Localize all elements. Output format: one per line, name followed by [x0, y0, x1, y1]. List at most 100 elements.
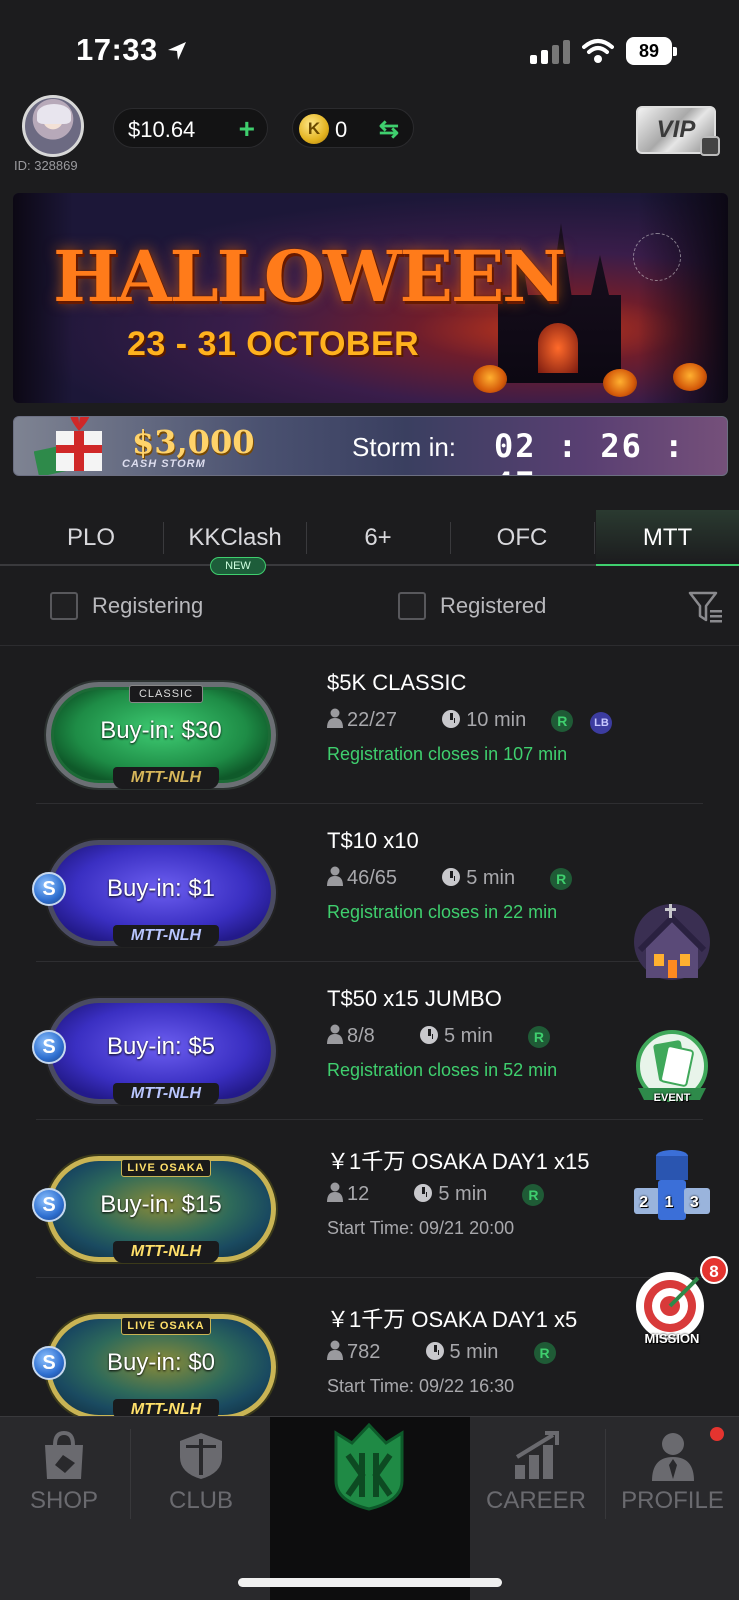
event-label: EVENT — [653, 1092, 691, 1104]
castle-door-illustration — [538, 323, 578, 373]
person-icon — [651, 1433, 694, 1481]
player-count-icon — [327, 866, 343, 886]
add-funds-icon[interactable]: + — [239, 115, 255, 143]
leaderboard-shortcut[interactable]: 2 1 3 — [630, 1146, 714, 1230]
game-type-label: MTT-NLH — [113, 1241, 219, 1263]
nav-career[interactable]: CAREER — [470, 1417, 602, 1527]
clock-icon — [425, 1342, 444, 1360]
halloween-banner[interactable]: HALLOWEEN 23 - 31 OCTOBER — [13, 193, 728, 403]
player-count: 8/8 — [347, 1025, 375, 1047]
tab-divider — [594, 522, 595, 554]
pumpkin-icon — [603, 369, 637, 397]
buyin-label: Buy-in: $30 — [100, 717, 222, 744]
classic-label: CLASSIC — [129, 685, 203, 703]
buyin-table-button[interactable]: Buy-in: $1 MTT-NLH — [46, 840, 276, 947]
user-id: ID: 328869 — [14, 158, 78, 173]
haunted-house-icon[interactable] — [630, 900, 714, 984]
player-count: 22/27 — [347, 709, 398, 731]
tournament-row[interactable]: CLASSIC Buy-in: $30 MTT-NLH $5K CLASSIC … — [0, 646, 739, 804]
wifi-icon — [582, 39, 614, 63]
mission-count-badge: 8 — [700, 1256, 728, 1284]
nav-divider — [130, 1429, 131, 1519]
player-count-icon — [327, 1024, 343, 1044]
buyin-label: Buy-in: $1 — [106, 875, 216, 902]
pumpkin-icon — [473, 365, 507, 393]
blind-time: 5 min — [466, 867, 516, 889]
rebuy-badge: R — [551, 710, 574, 732]
avatar[interactable] — [22, 95, 84, 157]
exchange-icon[interactable]: ⇆ — [379, 115, 399, 144]
buyin-table-button[interactable]: LIVE OSAKA Buy-in: $15 MTT-NLH — [46, 1156, 276, 1263]
tournament-title: $5K CLASSIC — [327, 670, 467, 695]
balance-pill[interactable]: $10.64 + — [113, 108, 268, 148]
tournament-title: ￥1千万 OSAKA DAY1 x5 — [327, 1307, 578, 1332]
career-chart-icon — [515, 1431, 559, 1479]
start-time: Start Time: 09/21 20:00 — [327, 1218, 515, 1238]
live-osaka-label: LIVE OSAKA — [121, 1317, 211, 1335]
pumpkin-icon — [673, 363, 707, 391]
buyin-table-button[interactable]: LIVE OSAKA Buy-in: $0 MTT-NLH — [46, 1314, 276, 1416]
cash-storm-bar[interactable]: $3,000 CASH STORM Storm in: 02 : 26 : 47 — [13, 416, 728, 476]
top-header: ID: 328869 $10.64 + K 0 ⇆ VIP — [0, 92, 739, 182]
event-shortcut[interactable]: EVENT — [630, 1026, 714, 1110]
player-count-icon — [327, 708, 343, 728]
rebuy-badge: R — [533, 1342, 556, 1364]
podium-chips-icon — [634, 1150, 710, 1220]
filter-bar: Registering Registered — [0, 580, 739, 646]
k-coin-icon: K — [299, 114, 329, 144]
tab-ofc[interactable]: OFC — [451, 510, 593, 566]
registering-checkbox[interactable] — [50, 592, 78, 620]
tournament-row[interactable]: Buy-in: $5 MTT-NLH S T$50 x15 JUMBO 8/8 … — [0, 962, 739, 1120]
registration-status: Registration closes in 52 min — [327, 1060, 558, 1080]
game-type-label: MTT-NLH — [113, 767, 219, 789]
registered-label[interactable]: Registered — [440, 593, 546, 619]
player-count-icon — [327, 1340, 343, 1360]
rebuy-badge: R — [522, 1184, 545, 1206]
registering-label[interactable]: Registering — [92, 593, 203, 619]
banner-title: HALLOWEEN — [53, 235, 566, 318]
balance-value: $10.64 — [128, 117, 196, 142]
nav-club[interactable]: CLUB — [132, 1417, 270, 1527]
nav-shop-label: SHOP — [29, 1487, 98, 1514]
registration-status: Registration closes in 107 min — [327, 744, 568, 764]
coin-pill[interactable]: K 0 ⇆ — [292, 108, 414, 148]
satellite-badge: S — [32, 1346, 66, 1380]
rebuy-badge: R — [550, 868, 573, 890]
registration-status: Registration closes in 22 min — [327, 902, 558, 922]
satellite-badge: S — [32, 1030, 66, 1064]
tab-plo[interactable]: PLO — [20, 510, 162, 566]
tournament-row[interactable]: LIVE OSAKA Buy-in: $15 MTT-NLH S ￥1千万 OS… — [0, 1120, 739, 1278]
buyin-table-button[interactable]: Buy-in: $5 MTT-NLH — [46, 998, 276, 1105]
player-count: 782 — [347, 1341, 381, 1363]
tournament-row[interactable]: Buy-in: $1 MTT-NLH S T$10 x10 46/65 5 mi… — [0, 804, 739, 962]
banner-dates: 23 - 31 OCTOBER — [127, 325, 420, 363]
tournament-meta: 46/65 5 min R — [327, 866, 573, 892]
tab-six-plus[interactable]: 6+ — [307, 510, 449, 566]
player-count: 12 — [347, 1183, 370, 1205]
status-time: 17:33 — [76, 32, 158, 67]
buyin-label: Buy-in: $5 — [106, 1033, 216, 1060]
location-arrow-icon — [168, 42, 186, 60]
buyin-table-button[interactable]: CLASSIC Buy-in: $30 MTT-NLH — [46, 682, 276, 789]
registered-checkbox[interactable] — [398, 592, 426, 620]
game-type-label: MTT-NLH — [113, 1083, 219, 1105]
home-indicator[interactable] — [238, 1578, 502, 1587]
nav-shop[interactable]: SHOP — [0, 1417, 128, 1527]
tournament-meta: 22/27 10 min R LB — [327, 708, 613, 734]
clock-icon — [442, 868, 461, 886]
tournament-title: T$10 x10 — [327, 828, 419, 853]
nav-profile-label: PROFILE — [621, 1487, 724, 1514]
mission-shortcut[interactable]: MISSION — [630, 1266, 714, 1350]
nav-home[interactable] — [270, 1417, 470, 1600]
blind-time: 5 min — [438, 1183, 488, 1205]
game-type-label: MTT-NLH — [113, 1399, 219, 1416]
storm-in-label: Storm in: — [352, 432, 457, 462]
leaderboard-badge: LB — [590, 712, 613, 734]
tournament-row[interactable]: LIVE OSAKA Buy-in: $0 MTT-NLH S ￥1千万 OSA… — [0, 1278, 739, 1416]
tab-mtt[interactable]: MTT — [596, 510, 739, 566]
new-badge: NEW — [210, 557, 266, 575]
player-count-icon — [327, 1182, 343, 1202]
tournament-list: CLASSIC Buy-in: $30 MTT-NLH $5K CLASSIC … — [0, 646, 739, 1416]
tournament-title: T$50 x15 JUMBO — [327, 986, 502, 1011]
filter-icon[interactable] — [688, 590, 724, 624]
